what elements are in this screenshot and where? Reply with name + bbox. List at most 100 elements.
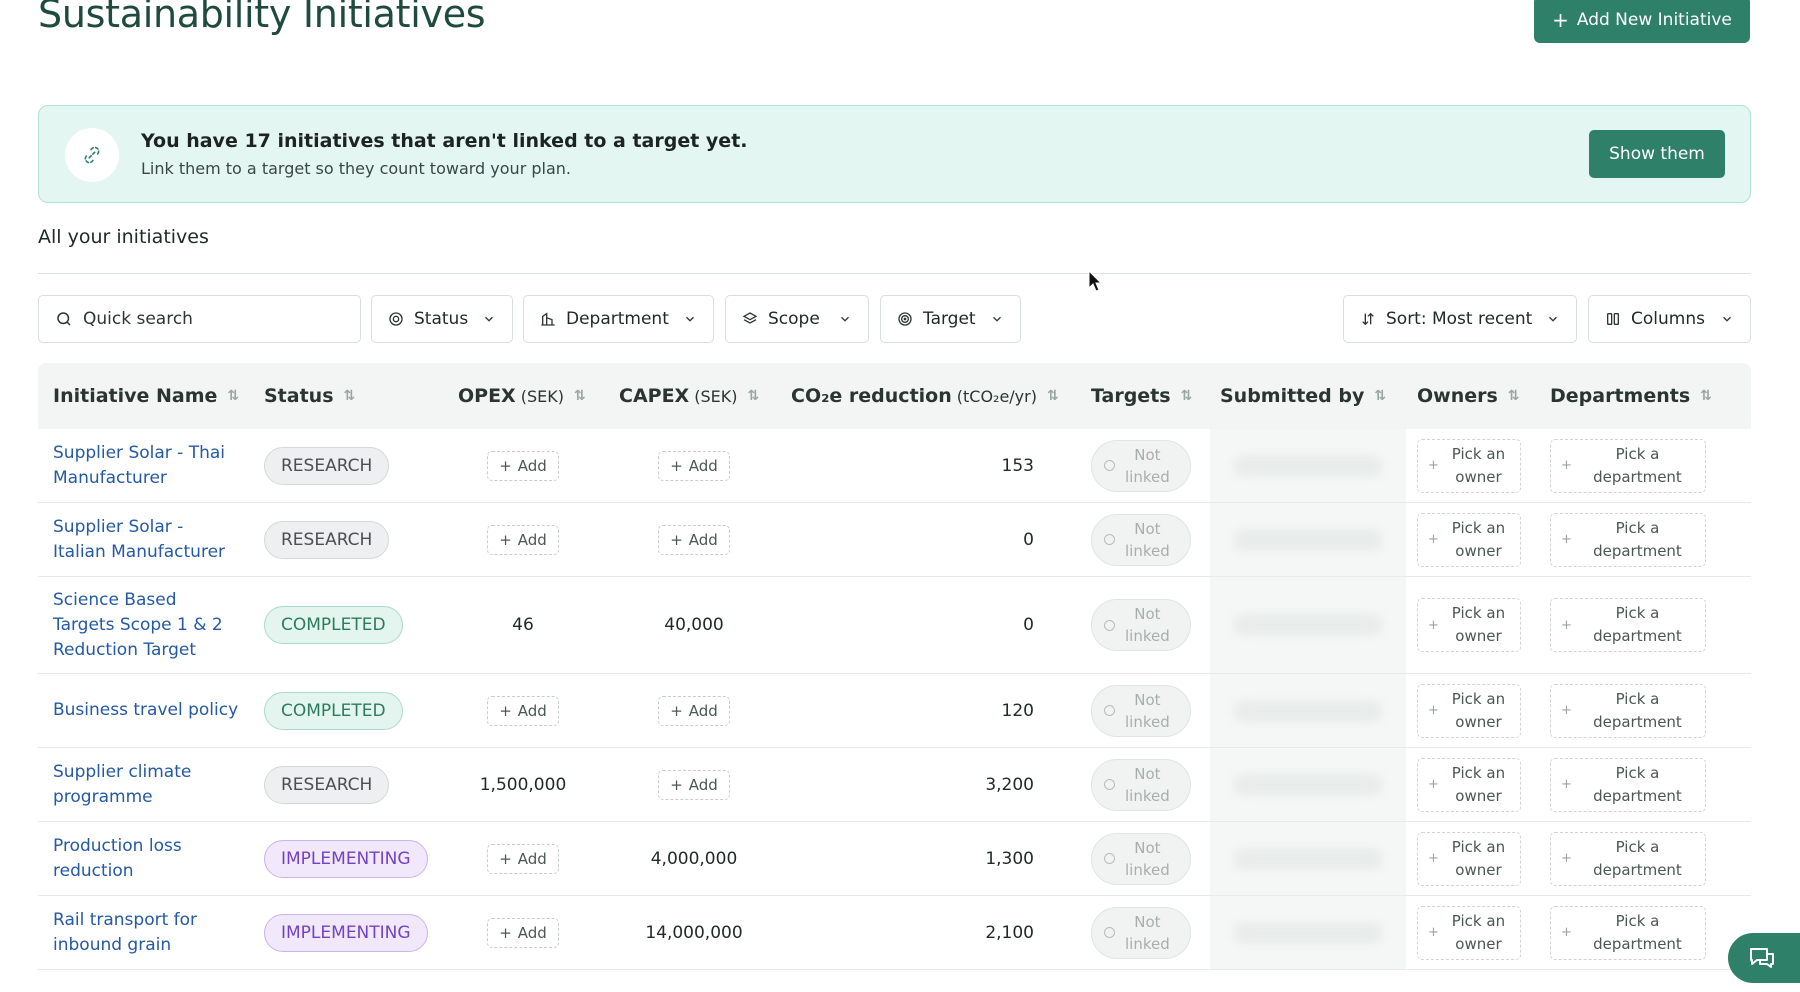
- show-them-button[interactable]: Show them: [1589, 130, 1725, 178]
- pick-owner-button[interactable]: + Pick an owner: [1417, 831, 1521, 886]
- status-badge: RESEARCH: [264, 520, 390, 559]
- target-link-button[interactable]: Not linked: [1091, 439, 1191, 492]
- initiative-name-line: Rail transport for: [53, 909, 198, 930]
- add-capex-button[interactable]: + Add: [658, 769, 730, 800]
- pick-department-button[interactable]: + Pick a department: [1550, 598, 1706, 652]
- target-link-button[interactable]: Not linked: [1091, 906, 1191, 959]
- add-opex-button[interactable]: + Add: [487, 450, 559, 481]
- sort-icon: [1362, 312, 1374, 326]
- sort-arrows-icon[interactable]: ⇅: [1374, 388, 1386, 404]
- status-badge: IMPLEMENTING: [264, 839, 428, 878]
- plus-icon: +: [1428, 458, 1439, 473]
- initiative-name-link[interactable]: Supplier Solar - Thai Manufacturer: [53, 441, 225, 491]
- header-status[interactable]: Status ⇅: [264, 363, 355, 429]
- initiative-name-link[interactable]: Supplier Solar - Italian Manufacturer: [53, 515, 225, 565]
- initiative-name-link[interactable]: Production loss reduction: [53, 834, 182, 884]
- table-row[interactable]: Rail transport for inbound grain IMPLEMEN…: [38, 896, 1751, 970]
- plus-icon: +: [1552, 7, 1569, 32]
- initiative-name-line: Production loss: [53, 835, 182, 856]
- capex-value: 14,000,000: [645, 922, 743, 943]
- header-submitted-by[interactable]: Submitted by ⇅: [1220, 363, 1386, 429]
- add-capex-button[interactable]: + Add: [658, 695, 730, 726]
- submitted-by-redacted: [1210, 822, 1406, 895]
- initiative-name-link[interactable]: Business travel policy: [53, 698, 238, 723]
- target-link-button[interactable]: Not linked: [1091, 513, 1191, 566]
- add-new-initiative-button[interactable]: + Add New Initiative: [1534, 0, 1750, 43]
- table-row[interactable]: Supplier climate programme RESEARCH 1,500…: [38, 748, 1751, 822]
- target-link-button[interactable]: Not linked: [1091, 832, 1191, 885]
- status-badge: IMPLEMENTING: [264, 913, 428, 952]
- initiative-name-line: Reduction Target: [53, 639, 196, 660]
- pick-department-button[interactable]: + Pick a department: [1550, 905, 1706, 960]
- sort-arrows-icon[interactable]: ⇅: [1700, 388, 1712, 404]
- initiative-name-link[interactable]: Supplier climate programme: [53, 760, 191, 810]
- initiative-name-link[interactable]: Science Based Targets Scope 1 & 2 Reductio…: [53, 588, 223, 663]
- target-filter[interactable]: Target: [880, 295, 1021, 343]
- sort-arrows-icon[interactable]: ⇅: [574, 388, 586, 404]
- sort-arrows-icon[interactable]: ⇅: [1047, 388, 1059, 404]
- plus-icon: +: [1561, 617, 1572, 633]
- sort-arrows-icon[interactable]: ⇅: [1508, 388, 1520, 404]
- header-capex[interactable]: CAPEX (SEK) ⇅: [619, 363, 759, 429]
- pick-owner-button[interactable]: + Pick an owner: [1417, 757, 1521, 812]
- target-link-button[interactable]: Not linked: [1091, 684, 1191, 737]
- initiative-name-line: Manufacturer: [53, 467, 167, 488]
- add-opex-button[interactable]: + Add: [487, 695, 559, 726]
- pick-department-button[interactable]: + Pick a department: [1550, 438, 1706, 493]
- scope-filter[interactable]: Scope: [725, 295, 869, 343]
- header-departments[interactable]: Departments ⇅: [1550, 363, 1712, 429]
- pick-owner-button[interactable]: + Pick an owner: [1417, 683, 1521, 738]
- pick-department-button[interactable]: + Pick a department: [1550, 831, 1706, 886]
- chevron-down-icon: [841, 316, 849, 322]
- quick-search-box[interactable]: [38, 295, 361, 343]
- header-opex[interactable]: OPEX (SEK) ⇅: [458, 363, 586, 429]
- status-filter[interactable]: Status: [371, 295, 513, 343]
- section-title: All your initiatives: [38, 226, 209, 248]
- chat-button[interactable]: [1728, 933, 1800, 983]
- plus-icon: +: [499, 849, 512, 868]
- header-targets[interactable]: Targets ⇅: [1091, 363, 1192, 429]
- header-owners[interactable]: Owners ⇅: [1417, 363, 1520, 429]
- plus-icon: +: [1428, 703, 1439, 718]
- sort-arrows-icon[interactable]: ⇅: [1181, 388, 1193, 404]
- pick-owner-button[interactable]: + Pick an owner: [1417, 598, 1521, 652]
- search-input[interactable]: [83, 309, 283, 329]
- pick-owner-button[interactable]: + Pick an owner: [1417, 512, 1521, 567]
- initiative-name-link[interactable]: Rail transport for inbound grain: [53, 908, 197, 958]
- plus-icon: +: [1561, 458, 1572, 473]
- department-filter[interactable]: Department: [523, 295, 714, 343]
- pick-department-button[interactable]: + Pick a department: [1550, 683, 1706, 738]
- target-link-button[interactable]: Not linked: [1091, 599, 1191, 651]
- link-break-icon: [65, 128, 119, 182]
- header-initiative-name[interactable]: Initiative Name ⇅: [53, 363, 239, 429]
- sort-arrows-icon[interactable]: ⇅: [344, 388, 356, 404]
- pick-owner-button[interactable]: + Pick an owner: [1417, 438, 1521, 493]
- pick-department-button[interactable]: + Pick a department: [1550, 757, 1706, 812]
- sort-arrows-icon[interactable]: ⇅: [747, 388, 759, 404]
- co2-value: 3,200: [985, 774, 1034, 795]
- add-capex-button[interactable]: + Add: [658, 524, 730, 555]
- columns-dropdown[interactable]: Columns: [1588, 295, 1751, 343]
- header-co2-reduction[interactable]: CO₂e reduction (tCO₂e/yr) ⇅: [791, 363, 1059, 429]
- chevron-down-icon: [485, 316, 493, 322]
- plus-icon: +: [499, 456, 512, 475]
- add-capex-button[interactable]: + Add: [658, 450, 730, 481]
- table-row[interactable]: Supplier Solar - Thai Manufacturer RESEAR…: [38, 429, 1751, 503]
- pick-department-button[interactable]: + Pick a department: [1550, 512, 1706, 567]
- sort-dropdown[interactable]: Sort: Most recent: [1343, 295, 1577, 343]
- add-opex-button[interactable]: + Add: [487, 524, 559, 555]
- target-link-button[interactable]: Not linked: [1091, 758, 1191, 811]
- plus-icon: +: [499, 923, 512, 942]
- plus-icon: +: [1428, 925, 1439, 940]
- table-row[interactable]: Business travel policy COMPLETED + Add + A…: [38, 674, 1751, 748]
- add-opex-button[interactable]: + Add: [487, 917, 559, 948]
- add-opex-button[interactable]: + Add: [487, 843, 559, 874]
- sort-arrows-icon[interactable]: ⇅: [227, 388, 239, 404]
- initiative-name-line: Supplier climate: [53, 761, 192, 782]
- co2-value: 1,300: [985, 848, 1034, 869]
- pick-owner-button[interactable]: + Pick an owner: [1417, 905, 1521, 960]
- table-row[interactable]: Production loss reduction IMPLEMENTING + A…: [38, 822, 1751, 896]
- table-row[interactable]: Supplier Solar - Italian Manufacturer RES…: [38, 503, 1751, 577]
- submitted-by-redacted: [1210, 896, 1406, 969]
- table-row[interactable]: Science Based Targets Scope 1 & 2 Reductio…: [38, 577, 1751, 674]
